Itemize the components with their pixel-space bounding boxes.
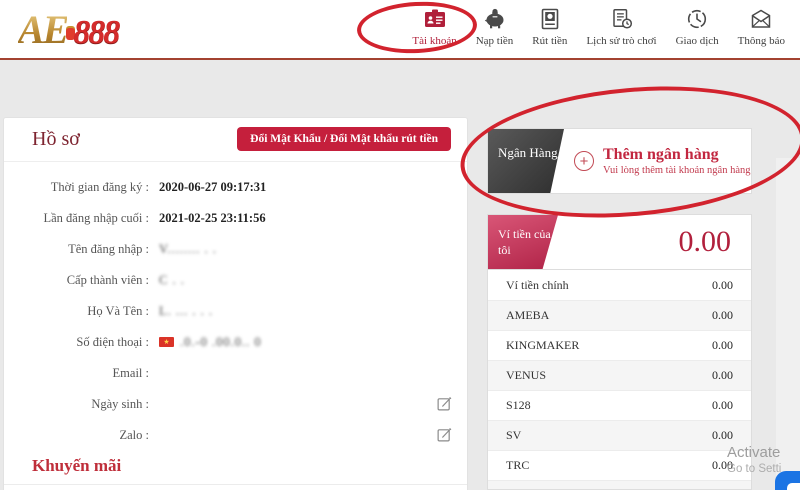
nav-label: Nạp tiền <box>476 35 514 47</box>
wallet-summary-card: Ví tiền của tôi 0.00 <box>487 214 752 270</box>
wallet-name: Ví tiền chính <box>506 278 569 293</box>
wallet-total-balance: 0.00 <box>558 215 751 269</box>
nav-item-notifications[interactable]: Thông báo <box>735 6 788 47</box>
plus-icon: + <box>574 151 594 171</box>
nav-label: Rút tiền <box>532 35 567 47</box>
edit-icon[interactable] <box>436 395 453 417</box>
id-card-icon <box>422 6 448 32</box>
change-password-button[interactable]: Đổi Mật Khẩu / Đổi Mật khẩu rút tiền <box>237 127 451 151</box>
wallet-row-kingmaker[interactable]: KINGMAKER 0.00 <box>488 330 751 360</box>
wallet-row-venus[interactable]: VENUS 0.00 <box>488 360 751 390</box>
wallet-value: 0.00 <box>712 398 733 413</box>
wallet-value: 0.00 <box>712 278 733 293</box>
watermark-line2: Go to Setti <box>727 463 781 475</box>
wallet-value: 0.00 <box>712 338 733 353</box>
chat-bubble-icon <box>787 483 800 490</box>
field-last-login: Lần đăng nhập cuối : 2021-02-25 23:11:56 <box>4 205 467 231</box>
field-label: Cấp thành viên : <box>4 273 149 288</box>
field-zalo: Zalo : <box>4 422 467 448</box>
wallet-name: AMEBA <box>506 308 549 323</box>
wallet-row-cmdbet[interactable]: CMDBET 0.00 <box>488 480 751 490</box>
nav-item-transactions[interactable]: Giao dịch <box>673 6 722 47</box>
add-bank-button[interactable]: + Thêm ngân hàng Vui lòng thêm tài khoản… <box>564 129 751 193</box>
nav-item-account[interactable]: Tài khoản <box>409 6 459 47</box>
wallet-row-s128[interactable]: S128 0.00 <box>488 390 751 420</box>
field-member-level: Cấp thành viên : C . . <box>4 267 467 293</box>
wallet-name: KINGMAKER <box>506 338 579 353</box>
bank-tab-label: Ngân Hàng <box>488 129 564 193</box>
logo-ae-text: AE <box>18 7 67 52</box>
field-label: Zalo : <box>4 428 149 443</box>
wallet-value: 0.00 <box>712 428 733 443</box>
piggy-bank-icon <box>482 6 508 32</box>
field-label: Thời gian đăng ký : <box>4 180 149 195</box>
nav-label: Giao dịch <box>676 35 719 47</box>
nav-label: Thông báo <box>738 35 785 47</box>
main-nav: Tài khoản Nạp tiền Rút tiền Lịch sử trò … <box>409 6 788 47</box>
field-label: Số điện thoại : <box>4 335 149 350</box>
wallet-row-trc[interactable]: TRC 0.00 <box>488 450 751 480</box>
field-full-name: Họ Và Tên : L. ... . . . <box>4 298 467 324</box>
nav-item-game-history[interactable]: Lịch sử trò chơi <box>583 6 659 47</box>
site-logo[interactable]: AE888 <box>18 6 118 53</box>
wallet-value: 0.00 <box>712 308 733 323</box>
nav-item-deposit[interactable]: Nạp tiền <box>473 6 517 47</box>
field-value: 2021-02-25 23:11:56 <box>159 211 266 226</box>
profile-panel: Hồ sơ Đổi Mật Khẩu / Đổi Mật khẩu rút ti… <box>3 117 468 490</box>
add-bank-title: Thêm ngân hàng <box>603 146 751 164</box>
promotions-divider <box>4 484 467 485</box>
profile-header: Hồ sơ Đổi Mật Khẩu / Đổi Mật khẩu rút ti… <box>4 118 467 162</box>
field-email: Email : <box>4 360 467 386</box>
wallet-name: SV <box>506 428 521 443</box>
activate-windows-watermark: Activate Go to Setti <box>727 444 781 475</box>
field-birthday: Ngày sinh : <box>4 391 467 417</box>
field-label: Tên đăng nhập : <box>4 242 149 257</box>
chat-widget-button[interactable] <box>775 471 800 490</box>
wallet-row-main[interactable]: Ví tiền chính 0.00 <box>488 270 751 300</box>
atm-icon <box>537 6 563 32</box>
page-title: Hồ sơ <box>32 128 80 151</box>
field-value-masked: L. ... . . . <box>159 304 213 319</box>
wallet-list: Ví tiền chính 0.00 AMEBA 0.00 KINGMAKER … <box>487 270 752 490</box>
field-register-time: Thời gian đăng ký : 2020-06-27 09:17:31 <box>4 174 467 200</box>
logo-888-text: 888 <box>73 14 118 51</box>
edit-icon[interactable] <box>436 426 453 448</box>
game-history-icon <box>609 6 635 32</box>
field-username: Tên đăng nhập : V........ . . <box>4 236 467 262</box>
header-divider <box>0 58 800 60</box>
wallet-name: S128 <box>506 398 531 413</box>
promotions-title: Khuyến mãi <box>32 456 121 476</box>
wallet-row-sv[interactable]: SV 0.00 <box>488 420 751 450</box>
bank-card: Ngân Hàng + Thêm ngân hàng Vui lòng thêm… <box>487 128 752 194</box>
field-phone: Số điện thoại : ★ .0.-0 .00.0.. 0 <box>4 329 467 355</box>
field-value-masked: C . . <box>159 273 185 288</box>
field-label: Lần đăng nhập cuối : <box>4 211 149 226</box>
watermark-line1: Activate <box>727 444 781 461</box>
wallet-row-ameba[interactable]: AMEBA 0.00 <box>488 300 751 330</box>
clock-icon <box>684 6 710 32</box>
nav-label: Tài khoản <box>412 35 456 47</box>
field-label: Ngày sinh : <box>4 397 149 412</box>
field-label: Email : <box>4 366 149 381</box>
nav-label: Lịch sử trò chơi <box>586 35 656 47</box>
nav-item-withdraw[interactable]: Rút tiền <box>529 6 570 47</box>
wallet-value: 0.00 <box>712 368 733 383</box>
background-window-edge <box>776 158 800 490</box>
wallet-name: TRC <box>506 458 529 473</box>
vietnam-flag-icon: ★ <box>159 337 174 347</box>
add-bank-subtitle: Vui lòng thêm tài khoản ngân hàng <box>603 165 751 176</box>
wallet-tab-label: Ví tiền của tôi <box>488 215 558 269</box>
wallet-name: VENUS <box>506 368 546 383</box>
field-value: 2020-06-27 09:17:31 <box>159 180 266 195</box>
field-value-masked: V........ . . <box>159 242 217 257</box>
field-label: Họ Và Tên : <box>4 304 149 319</box>
top-header: AE888 Tài khoản Nạp tiền Rút tiền Lịch s… <box>0 0 800 58</box>
mail-icon <box>748 6 774 32</box>
field-value-masked: .0.-0 .00.0.. 0 <box>180 335 262 350</box>
